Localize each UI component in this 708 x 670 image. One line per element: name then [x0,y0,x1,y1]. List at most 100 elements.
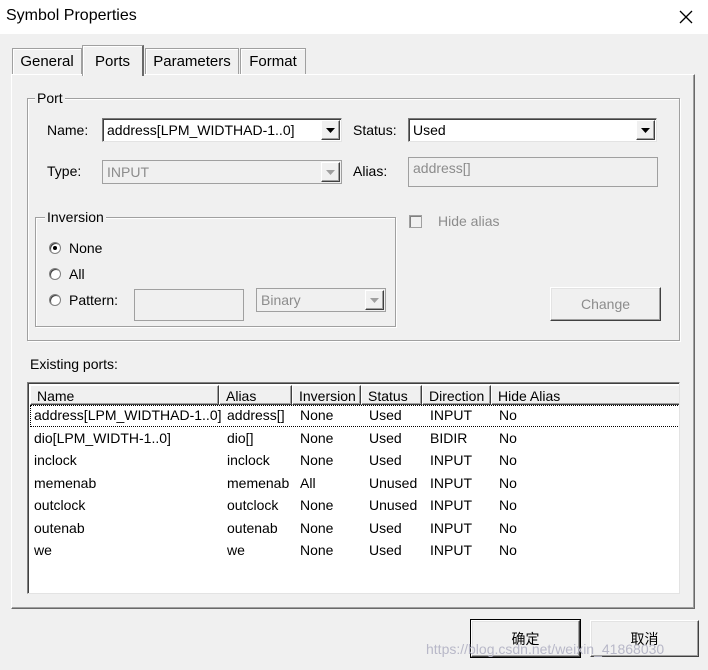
alias-value: address[] [413,160,471,176]
table-row[interactable]: memenab memenab All Unused INPUT No [30,473,679,495]
cell-name: outenab [34,520,85,536]
cell-inversion: None [300,430,334,446]
table-row[interactable]: address[LPM_WIDTHAD-1..0] address[] None… [30,405,679,427]
cell-status: Used [369,430,402,446]
cell-direction: INPUT [430,542,472,558]
cell-status: Unused [369,497,418,513]
port-group-legend: Port [35,90,65,106]
tab-parameters[interactable]: Parameters [145,48,239,74]
list-header: Name Alias Inversion Status Direction Hi… [30,385,679,405]
cell-hide-alias: No [499,475,517,491]
title-bar: Symbol Properties [0,0,708,34]
existing-ports-label: Existing ports: [30,356,118,372]
cell-direction: INPUT [430,497,472,513]
cell-hide-alias: No [499,497,517,513]
status-label: Status: [353,122,397,138]
window-title: Symbol Properties [6,7,137,24]
column-header-hide-alias[interactable]: Hide Alias [491,385,679,405]
cell-status: Used [369,407,402,423]
inversion-pattern-radio[interactable] [49,294,61,306]
column-header-alias[interactable]: Alias [219,385,292,405]
cell-name: inclock [34,452,77,468]
cell-status: Unused [369,475,418,491]
name-label: Name: [47,122,89,138]
chevron-down-icon [326,169,335,175]
table-row[interactable]: outenab outenab None Used INPUT No [30,518,679,540]
pattern-input [134,289,244,321]
inversion-none-label[interactable]: None [69,240,102,256]
table-row[interactable]: we we None Used INPUT No [30,540,679,562]
tab-label: General [20,53,74,70]
table-row[interactable]: inclock inclock None Used INPUT No [30,450,679,472]
type-value: INPUT [107,164,149,180]
status-combobox[interactable]: Used [408,118,657,142]
tab-label: Ports [94,52,130,70]
tab-general[interactable]: General [12,48,82,74]
cell-name: memenab [34,475,97,491]
pattern-format-combobox: Binary [256,288,386,312]
inversion-all-radio[interactable] [49,268,61,280]
cell-alias: dio[] [227,430,254,446]
hide-alias-label: Hide alias [438,213,500,229]
name-combobox[interactable]: address[LPM_WIDTHAD-1..0] [102,118,342,142]
cell-direction: INPUT [430,475,472,491]
cell-inversion: None [300,452,334,468]
alias-field: address[] [408,157,658,187]
watermark: https://blog.csdn.net/weixin_41868030 [426,641,665,657]
cell-name: address[LPM_WIDTHAD-1..0] [34,407,222,423]
cell-hide-alias: No [499,542,517,558]
change-button: Change [550,287,661,321]
inversion-pattern-label[interactable]: Pattern: [69,292,118,308]
tab-ports[interactable]: Ports [82,45,144,76]
cell-alias: memenab [227,475,290,491]
change-button-label: Change [580,296,631,312]
cell-status: Used [369,452,402,468]
cell-direction: INPUT [430,407,472,423]
chevron-down-icon [326,127,335,133]
cell-alias: address[] [227,407,285,423]
chevron-down-icon [641,127,650,133]
alias-label: Alias: [353,163,388,179]
cell-inversion: None [300,520,334,536]
tab-format[interactable]: Format [240,48,306,74]
cell-name: outclock [34,497,86,513]
close-button[interactable] [664,0,708,34]
cell-status: Used [369,520,402,536]
status-value: Used [413,122,446,138]
column-header-inversion[interactable]: Inversion [292,385,361,405]
inversion-all-label[interactable]: All [69,266,85,282]
table-row[interactable]: dio[LPM_WIDTH-1..0] dio[] None Used BIDI… [30,428,679,450]
cell-inversion: All [300,475,316,491]
pattern-format-value: Binary [261,292,301,308]
cell-inversion: None [300,497,334,513]
column-header-status[interactable]: Status [361,385,422,405]
cell-alias: inclock [227,452,270,468]
column-header-name[interactable]: Name [30,385,219,405]
cell-name: dio[LPM_WIDTH-1..0] [34,430,171,446]
cell-alias: outenab [227,520,278,536]
cell-direction: BIDIR [430,430,468,446]
cell-hide-alias: No [499,520,517,536]
hide-alias-checkbox [409,215,422,228]
cell-hide-alias: No [499,430,517,446]
cell-direction: INPUT [430,452,472,468]
pattern-format-dropdown-button [365,290,384,310]
cell-status: Used [369,542,402,558]
type-dropdown-button [321,162,340,182]
column-header-direction[interactable]: Direction [422,385,491,405]
name-dropdown-button[interactable] [321,120,340,140]
radio-selected-dot [53,246,57,250]
cell-name: we [34,542,52,558]
tab-label: Parameters [153,53,231,70]
cell-alias: outclock [227,497,279,513]
name-value: address[LPM_WIDTHAD-1..0] [107,122,295,138]
table-row[interactable]: outclock outclock None Unused INPUT No [30,495,679,517]
cell-direction: INPUT [430,520,472,536]
inversion-none-radio[interactable] [49,242,61,254]
tab-label: Format [249,53,297,70]
cell-hide-alias: No [499,407,517,423]
existing-ports-list[interactable]: Name Alias Inversion Status Direction Hi… [27,382,680,594]
type-label: Type: [47,163,82,179]
status-dropdown-button[interactable] [636,120,655,140]
cell-hide-alias: No [499,452,517,468]
